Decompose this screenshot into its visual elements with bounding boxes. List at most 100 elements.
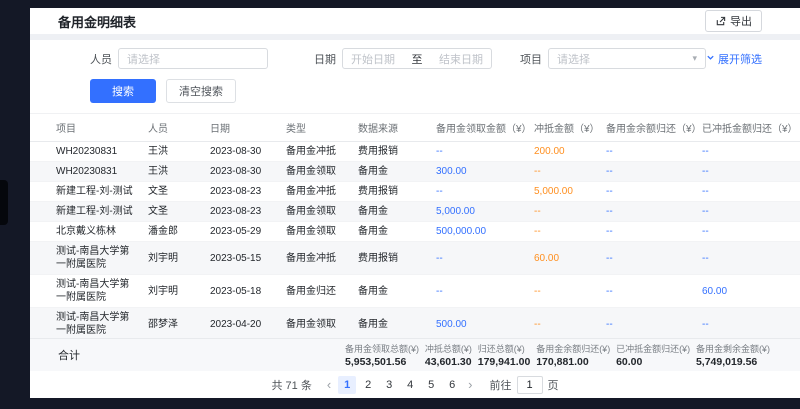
table-row: 测试-南昌大学第一附属医院邵梦泽2023-04-20备用金领取备用金500.00… <box>30 308 800 339</box>
cell-amount: -- <box>428 142 526 162</box>
table-row: 新建工程-刘-测试文圣2023-08-23备用金领取备用金5,000.00---… <box>30 202 800 222</box>
chevron-down-icon: ▾ <box>692 54 697 63</box>
chevron-down-icon <box>706 53 715 65</box>
column-header: 数据来源 <box>350 114 428 142</box>
collapsed-drawer-handle[interactable] <box>0 180 8 225</box>
cell-amount: 200.00 <box>526 142 598 162</box>
cell-amount: 500.00 <box>428 308 526 339</box>
action-bar: 搜索 清空搜索 <box>30 69 800 114</box>
date-filter-label: 日期 <box>314 51 336 67</box>
column-header: 项目 <box>30 114 140 142</box>
cell-type: 备用金领取 <box>278 162 350 182</box>
cell-amount: -- <box>428 242 526 275</box>
cell-type: 备用金领取 <box>278 202 350 222</box>
summary-item-label: 归还总额(¥) <box>478 342 531 355</box>
cell-source: 备用金 <box>350 275 428 308</box>
date-separator: 至 <box>412 51 423 67</box>
cell-date: 2023-05-15 <box>202 242 278 275</box>
cell-type: 备用金冲抵 <box>278 242 350 275</box>
table-body: WH20230831王洪2023-08-30备用金冲抵费用报销--200.00-… <box>30 142 800 339</box>
cell-date: 2023-04-20 <box>202 308 278 339</box>
cell-amount: -- <box>598 308 694 339</box>
person-select[interactable]: 请选择 <box>118 48 268 69</box>
cell-date: 2023-08-23 <box>202 182 278 202</box>
date-start-placeholder: 开始日期 <box>351 51 395 67</box>
page-button[interactable]: 2 <box>359 376 377 394</box>
column-header: 类型 <box>278 114 350 142</box>
next-page-button[interactable]: › <box>466 378 474 391</box>
cell-project: 测试-南昌大学第一附属医院 <box>30 308 140 339</box>
column-header: 已冲抵金额归还（¥） <box>694 114 800 142</box>
summary-item-label: 备用金剩余金额(¥) <box>696 342 770 355</box>
export-button[interactable]: 导出 <box>705 10 762 32</box>
cell-amount: -- <box>598 182 694 202</box>
date-filter: 日期 开始日期 至 结束日期 <box>314 48 492 69</box>
person-filter: 人员 请选择 <box>90 48 268 69</box>
goto-page-input[interactable] <box>517 376 543 394</box>
project-select[interactable]: 请选择 ▾ <box>548 48 706 69</box>
page-button[interactable]: 3 <box>380 376 398 394</box>
cell-project: WH20230831 <box>30 142 140 162</box>
summary-item: 已冲抵金额归还(¥)60.00 <box>616 342 690 368</box>
table-row: WH20230831王洪2023-08-30备用金领取备用金300.00----… <box>30 162 800 182</box>
cell-person: 刘宇明 <box>140 242 202 275</box>
person-select-placeholder: 请选择 <box>127 51 160 67</box>
summary-item: 归还总额(¥)179,941.00 <box>478 342 531 368</box>
cell-person: 王洪 <box>140 142 202 162</box>
page-list: 123456 <box>338 376 461 394</box>
cell-amount: 60.00 <box>526 242 598 275</box>
summary-item-value: 170,881.00 <box>536 356 610 368</box>
cell-amount: 5,000.00 <box>526 182 598 202</box>
clear-search-button[interactable]: 清空搜索 <box>166 79 236 103</box>
total-count: 共 71 条 <box>271 377 311 393</box>
title-bar: 备用金明细表 导出 <box>30 8 800 34</box>
cell-source: 费用报销 <box>350 182 428 202</box>
page-button[interactable]: 6 <box>443 376 461 394</box>
summary-item-label: 已冲抵金额归还(¥) <box>616 342 690 355</box>
cell-amount: -- <box>598 202 694 222</box>
cell-amount: -- <box>526 162 598 182</box>
cell-amount: -- <box>598 222 694 242</box>
column-header: 人员 <box>140 114 202 142</box>
summary-item-value: 60.00 <box>616 356 690 368</box>
cell-amount: -- <box>526 275 598 308</box>
cell-project: 测试-南昌大学第一附属医院 <box>30 275 140 308</box>
cell-amount: -- <box>694 182 800 202</box>
column-header: 备用金余额归还（¥） <box>598 114 694 142</box>
cell-amount: -- <box>428 275 526 308</box>
search-button[interactable]: 搜索 <box>90 79 156 103</box>
table-row: 测试-南昌大学第一附属医院刘宇明2023-05-15备用金冲抵费用报销--60.… <box>30 242 800 275</box>
cell-amount: -- <box>694 308 800 339</box>
table-row: 北京戴义栋林潘金郎2023-05-29备用金领取备用金500,000.00---… <box>30 222 800 242</box>
page-button[interactable]: 5 <box>422 376 440 394</box>
prev-page-button[interactable]: ‹ <box>325 378 333 391</box>
cell-amount: -- <box>598 242 694 275</box>
cell-project: WH20230831 <box>30 162 140 182</box>
cell-project: 北京戴义栋林 <box>30 222 140 242</box>
filter-bar: 人员 请选择 日期 开始日期 至 结束日期 项目 请选择 ▾ <box>30 40 800 69</box>
summary-row: 合计 备用金领取总额(¥)5,953,501.56冲抵总额(¥)43,601.3… <box>30 338 800 371</box>
date-range-input[interactable]: 开始日期 至 结束日期 <box>342 48 492 69</box>
summary-item-label: 备用金余额归还(¥) <box>536 342 610 355</box>
page-button[interactable]: 4 <box>401 376 419 394</box>
cell-amount: -- <box>694 202 800 222</box>
cell-amount: -- <box>428 182 526 202</box>
goto-page: 前往 页 <box>490 376 559 394</box>
expand-filter-button[interactable]: 展开筛选 <box>706 51 762 67</box>
page-button[interactable]: 1 <box>338 376 356 394</box>
expand-filter-label: 展开筛选 <box>718 51 762 67</box>
cell-amount: -- <box>694 222 800 242</box>
summary-item: 备用金剩余金额(¥)5,749,019.56 <box>696 342 770 368</box>
column-header: 冲抵金额（¥） <box>526 114 598 142</box>
page-title: 备用金明细表 <box>58 12 136 31</box>
column-header: 备用金领取金额（¥） <box>428 114 526 142</box>
cell-type: 备用金领取 <box>278 308 350 339</box>
summary-item-value: 5,749,019.56 <box>696 356 770 368</box>
cell-project: 测试-南昌大学第一附属医院 <box>30 242 140 275</box>
cell-amount: -- <box>598 162 694 182</box>
cell-person: 王洪 <box>140 162 202 182</box>
summary-item-value: 179,941.00 <box>478 356 531 368</box>
cell-amount: -- <box>598 275 694 308</box>
summary-item: 备用金领取总额(¥)5,953,501.56 <box>345 342 419 368</box>
date-end-placeholder: 结束日期 <box>439 51 483 67</box>
